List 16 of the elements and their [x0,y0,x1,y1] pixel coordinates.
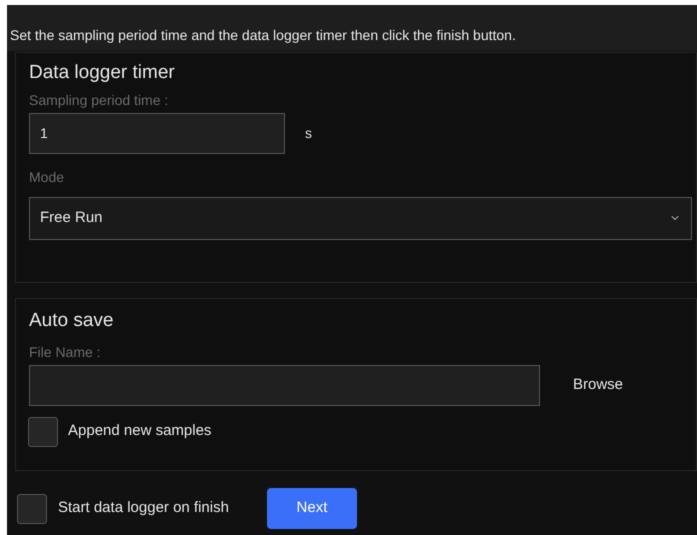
field-label: Sampling period time : [29,90,170,110]
sampling-period-field[interactable]: 1 [29,112,285,154]
browse-button[interactable]: Browse [573,374,624,396]
append-checkbox[interactable] [28,416,58,446]
mode-dropdown[interactable]: Free Run [29,196,692,240]
section-title: Auto save [29,309,114,333]
checkbox-label: Start data logger on finish [58,498,229,518]
instruction-text: Set the sampling period time and the data logger timer then click the finish button. [10,26,516,45]
start-checkbox[interactable] [17,494,47,524]
section-title: Data logger timer [29,61,176,85]
unit-label: s [305,124,312,142]
field-label: Mode [29,168,66,186]
file-name-field[interactable] [29,364,540,406]
next-button[interactable]: Next [266,488,357,529]
field-label: File Name : [29,342,102,362]
checkbox-label: Append new samples [68,421,212,442]
